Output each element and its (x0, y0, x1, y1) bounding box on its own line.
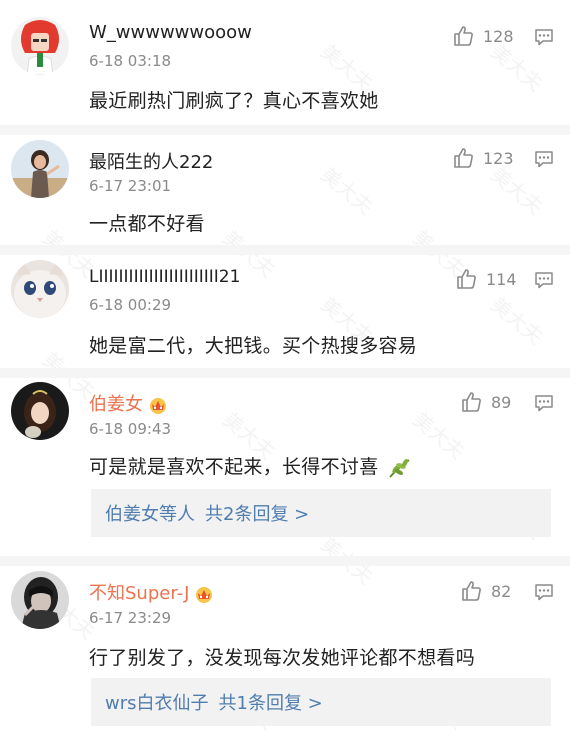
comment-text: 她是富二代，大把钱。买个热搜多容易 (89, 335, 418, 357)
comment-item: LIIIIIIIIIIIIIIIIIIIIIIII21 6-18 00:29 她… (0, 255, 570, 368)
like-button[interactable]: 114 (455, 267, 517, 291)
like-button[interactable]: 123 (452, 146, 514, 170)
like-count: 128 (483, 26, 514, 46)
comment-text: 可是就是喜欢不起来，长得不讨喜 (89, 452, 413, 479)
username-text: 伯姜女 (89, 394, 143, 415)
reply-count: 共2条回复 > (205, 504, 310, 525)
avatar[interactable] (11, 140, 69, 198)
leaf-emoji-icon (389, 458, 410, 478)
avatar[interactable] (11, 382, 69, 440)
divider (0, 245, 570, 255)
thumbs-up-icon (457, 269, 476, 289)
username[interactable]: 伯姜女 (89, 390, 169, 416)
avatar[interactable] (11, 260, 69, 318)
username[interactable]: LIIIIIIIIIIIIIIIIIIIIIIII21 (89, 267, 240, 287)
comment-item: 伯姜女 6-18 09:43 可是就是喜欢不起来，长得不讨喜 89 伯姜女 等人共… (0, 378, 570, 556)
thumbs-up-icon (454, 26, 473, 46)
crown-icon (196, 587, 213, 603)
reply-preview-link[interactable]: 伯姜女 等人 共2条回复 > (91, 489, 551, 537)
comment-text: 一点都不好看 (89, 213, 205, 235)
username[interactable]: 不知Super-J (89, 579, 215, 605)
more-dots-icon[interactable] (534, 150, 554, 168)
more-dots-icon[interactable] (534, 271, 554, 289)
divider (0, 556, 570, 566)
username-text: 不知Super-J (89, 583, 190, 604)
avatar[interactable] (11, 17, 69, 75)
comment-text: 行了别发了，没发现每次发她评论都不想看吗 (89, 647, 476, 669)
comment-time: 6-18 09:43 (89, 420, 172, 438)
like-count: 114 (486, 269, 517, 289)
divider (0, 125, 570, 135)
more-dots-icon[interactable] (534, 583, 554, 601)
more-dots-icon[interactable] (534, 394, 554, 412)
reply-preview-link[interactable]: wrs白衣仙子 共1条回复 > (91, 678, 551, 726)
like-count: 123 (483, 148, 514, 168)
comment-text: 最近刷热门刷疯了？真心不喜欢她 (89, 90, 379, 112)
like-button[interactable]: 89 (460, 390, 511, 414)
comment-text-body: 可是就是喜欢不起来，长得不讨喜 (89, 456, 379, 478)
like-button[interactable]: 82 (460, 579, 511, 603)
reply-count: 共1条回复 > (218, 693, 323, 714)
comment-time: 6-17 23:01 (89, 177, 172, 195)
like-button[interactable]: 128 (452, 24, 514, 48)
crown-icon (150, 398, 166, 414)
comment-item: 最陌生的人222 6-17 23:01 一点都不好看 123 (0, 135, 570, 245)
thumbs-up-icon (454, 148, 473, 168)
thumbs-up-icon (462, 581, 481, 601)
avatar[interactable] (11, 571, 69, 629)
comment-item: 不知Super-J 6-17 23:29 行了别发了，没发现每次发她评论都不想看… (0, 566, 570, 735)
like-count: 89 (491, 392, 512, 412)
thumbs-up-icon (462, 392, 481, 412)
comment-time: 6-17 23:29 (89, 609, 172, 627)
reply-user: wrs白衣仙子 (105, 693, 209, 714)
username[interactable]: 最陌生的人222 (89, 148, 213, 174)
reply-user: 伯姜女 (105, 504, 159, 525)
like-count: 82 (491, 581, 512, 601)
comment-item: W_wwwwwwooow 6-18 03:18 最近刷热门刷疯了？真心不喜欢她 … (0, 0, 570, 125)
comment-time: 6-18 03:18 (89, 52, 172, 70)
more-dots-icon[interactable] (534, 28, 554, 46)
reply-suffix: 等人 (159, 504, 195, 525)
comment-time: 6-18 00:29 (89, 296, 172, 314)
divider (0, 368, 570, 378)
username[interactable]: W_wwwwwwooow (89, 22, 252, 43)
